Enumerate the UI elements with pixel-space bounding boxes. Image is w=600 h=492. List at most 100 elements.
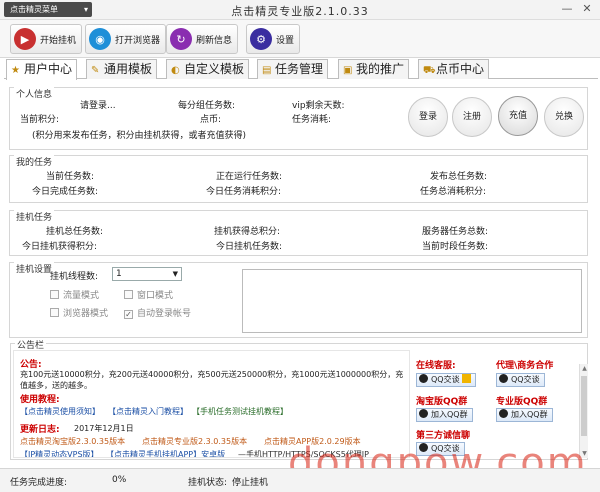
settings-label: 设置 [276, 35, 295, 46]
browser-icon: ◉ [89, 28, 111, 50]
today-hang-points-label: 今日挂机获得积分: [22, 242, 98, 252]
update-log-link[interactable]: 点击精灵专业版2.3.0.35版本 [142, 436, 247, 447]
promotion-icon: ▣ [343, 65, 353, 76]
traffic-mode-checkbox[interactable]: 流量模式 [50, 288, 99, 301]
hang-settings-section: 挂机设置 挂机线程数: 1 ▼ 流量模式 窗口模式 浏览器模式 ✓ 自动登录帐号 [9, 262, 588, 338]
threads-value: 1 [116, 269, 122, 279]
join-qq-group-button[interactable]: 加入QQ群 [416, 408, 473, 422]
tab-my-promotion[interactable]: ▣ 我的推广 [338, 59, 410, 79]
qq-penguin-icon [499, 409, 508, 418]
open-browser-label: 打开浏览器 [115, 35, 161, 46]
pencil-icon: ✎ [91, 65, 100, 76]
auto-login-label: 自动登录帐号 [137, 309, 192, 319]
login-button[interactable]: 登录 [408, 97, 448, 137]
tutorial-link[interactable]: 【点击精灵入门教程】 [108, 406, 188, 417]
pro-group-heading: 专业版QQ群 [496, 397, 548, 407]
auto-login-checkbox[interactable]: ✓ 自动登录帐号 [124, 306, 191, 319]
update-log-heading: 更新日志: [20, 425, 60, 435]
refresh-info-label: 刷新信息 [196, 35, 233, 46]
coins-label: 点币: [200, 115, 222, 125]
update-log-link[interactable]: 点击精灵淘宝版2.3.0.35版本 [20, 436, 125, 447]
status-bar: 任务完成进度: 0% 挂机状态: 停止挂机 [0, 468, 600, 492]
refresh-info-button[interactable]: ↻ 刷新信息 [166, 24, 239, 54]
toolbar: ▶ 开始挂机 ◉ 打开浏览器 ↻ 刷新信息 ⚙ 设置 [0, 20, 600, 58]
hang-state-value: 停止挂机 [232, 478, 269, 488]
qq-penguin-icon [499, 374, 508, 383]
agent-coop-heading: 代理\商务合作 [496, 361, 554, 371]
check-icon: ✓ [124, 310, 133, 319]
update-log-date: 2017年12月1日 [74, 424, 134, 433]
window-mode-checkbox[interactable]: 窗口模式 [124, 288, 173, 301]
progress-value: 0% [112, 475, 127, 485]
personal-info-section: 个人信息 请登录... 每分组任务数: vip剩余天数: 当前积分: 点币: 任… [9, 87, 588, 150]
my-tasks-section: 我的任务 当前任务数: 正在运行任务数: 发布总任务数: 今日完成任务数: 今日… [9, 155, 588, 203]
qq-talk-button[interactable]: QQ交谈 [416, 373, 476, 387]
published-total-label: 发布总任务数: [430, 172, 488, 182]
bottom-link[interactable]: 【点击精灵手机挂机APP】安卓版 [106, 449, 225, 457]
start-hang-label: 开始挂机 [40, 35, 77, 46]
section-title: 我的任务 [14, 155, 55, 168]
tab-label: 通用模板 [104, 62, 153, 76]
qq-talk-label: QQ交谈 [431, 375, 460, 384]
tab-task-management[interactable]: ▤ 任务管理 [257, 59, 329, 79]
hang-total-label: 挂机总任务数: [46, 227, 104, 237]
hang-total-points-label: 挂机获得总积分: [214, 227, 281, 237]
traffic-mode-label: 流量模式 [63, 291, 100, 301]
task-consume-label: 任务消耗: [292, 115, 332, 125]
threads-label: 挂机线程数: [50, 272, 99, 282]
check-icon [461, 374, 471, 383]
points-hint: (积分用来发布任务，积分由挂机获得，或者充值获得) [32, 131, 247, 141]
tab-bar: ★ 用户中心 ✎ 通用模板 ◐ 自定义模板 ▤ 任务管理 ▣ 我的推广 ⛟点币中心 [4, 58, 598, 80]
progress-label: 任务完成进度: [10, 478, 68, 488]
section-title: 挂机设置 [14, 262, 55, 275]
hang-tasks-section: 挂机任务 挂机总任务数: 挂机获得总积分: 服务器任务总数: 今日挂机获得积分:… [9, 210, 588, 256]
join-group-label: 加入QQ群 [511, 410, 548, 419]
start-hang-button[interactable]: ▶ 开始挂机 [10, 24, 83, 54]
tab-user-center[interactable]: ★ 用户中心 [6, 59, 78, 80]
tutorial-link[interactable]: 【手机任务测试挂机教程】 [192, 406, 288, 417]
online-service-heading: 在线客服: [416, 361, 456, 371]
section-title: 个人信息 [14, 87, 55, 100]
total-consumed-points-label: 任务总消耗积分: [420, 187, 487, 197]
register-button[interactable]: 注册 [452, 97, 492, 137]
scroll-thumb[interactable] [581, 376, 587, 436]
tutorial-link[interactable]: 【点击精灵使用须知】 [20, 406, 100, 417]
tab-coin-center[interactable]: ⛟点币中心 [418, 59, 490, 79]
current-tasks-label: 当前任务数: [46, 172, 95, 182]
cart-icon: ⛟ [423, 65, 436, 76]
login-prompt[interactable]: 请登录... [80, 98, 116, 111]
star-icon: ★ [11, 65, 20, 76]
tab-label: 用户中心 [24, 62, 73, 76]
tab-custom-template[interactable]: ◐ 自定义模板 [166, 59, 250, 79]
checkbox-box [50, 308, 59, 317]
chevron-down-icon: ▼ [172, 270, 178, 278]
checkbox-box [50, 290, 59, 299]
current-period-tasks-label: 当前时段任务数: [422, 242, 489, 252]
play-icon: ▶ [14, 28, 36, 50]
join-qq-group-button[interactable]: 加入QQ群 [496, 408, 553, 422]
close-button[interactable]: ✕ [580, 2, 594, 16]
tab-label: 我的推广 [356, 62, 405, 76]
scroll-up-icon[interactable]: ▲ [580, 365, 589, 372]
window-mode-label: 窗口模式 [137, 291, 174, 301]
recharge-button[interactable]: 充值 [498, 96, 538, 136]
tab-general-template[interactable]: ✎ 通用模板 [86, 59, 158, 79]
qq-talk-button[interactable]: QQ交谈 [496, 373, 545, 387]
open-browser-button[interactable]: ◉ 打开浏览器 [85, 24, 167, 54]
qq-penguin-icon [419, 374, 428, 383]
browser-mode-label: 浏览器模式 [63, 309, 109, 319]
section-title: 挂机任务 [14, 210, 55, 223]
current-points-label: 当前积分: [20, 115, 60, 125]
exchange-button[interactable]: 兑换 [544, 97, 584, 137]
hang-log-area[interactable] [242, 269, 582, 333]
checkbox-box [124, 290, 133, 299]
qq-penguin-icon [419, 409, 428, 418]
minimize-button[interactable]: — [560, 2, 574, 16]
today-hang-tasks-label: 今日挂机任务数: [216, 242, 283, 252]
bottom-link[interactable]: 【IP精灵动态VPS版】 [20, 449, 99, 457]
settings-button[interactable]: ⚙ 设置 [246, 24, 301, 54]
threads-select[interactable]: 1 ▼ [112, 267, 182, 281]
gear-icon: ⚙ [250, 28, 272, 50]
browser-mode-checkbox[interactable]: 浏览器模式 [50, 306, 108, 319]
server-tasks-label: 服务器任务总数: [422, 227, 489, 237]
